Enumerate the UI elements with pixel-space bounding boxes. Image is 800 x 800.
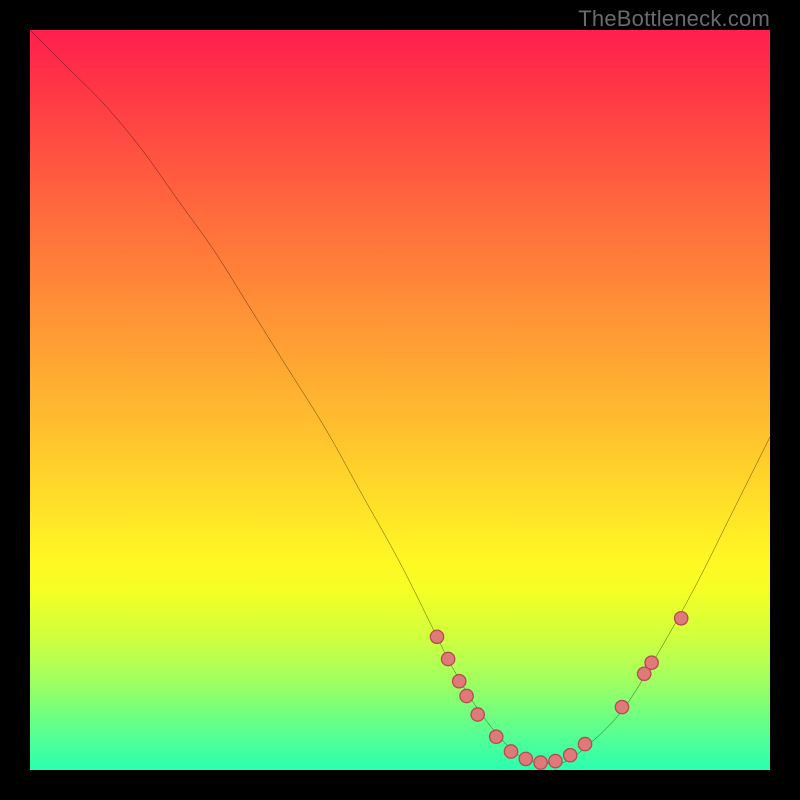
data-marker — [441, 652, 454, 665]
data-marker — [564, 749, 577, 762]
bottleneck-curve-path — [30, 30, 770, 764]
data-marker — [578, 737, 591, 750]
chart-container: TheBottleneck.com — [0, 0, 800, 800]
watermark-label: TheBottleneck.com — [578, 6, 770, 32]
data-marker — [430, 630, 443, 643]
data-marker — [453, 675, 466, 688]
data-marker — [534, 756, 547, 769]
data-marker — [549, 754, 562, 767]
marker-group — [430, 612, 688, 770]
data-marker — [504, 745, 517, 758]
data-marker — [460, 689, 473, 702]
chart-svg — [30, 30, 770, 770]
data-marker — [519, 752, 532, 765]
data-marker — [675, 612, 688, 625]
data-marker — [490, 730, 503, 743]
data-marker — [645, 656, 658, 669]
data-marker — [471, 708, 484, 721]
data-marker — [615, 700, 628, 713]
